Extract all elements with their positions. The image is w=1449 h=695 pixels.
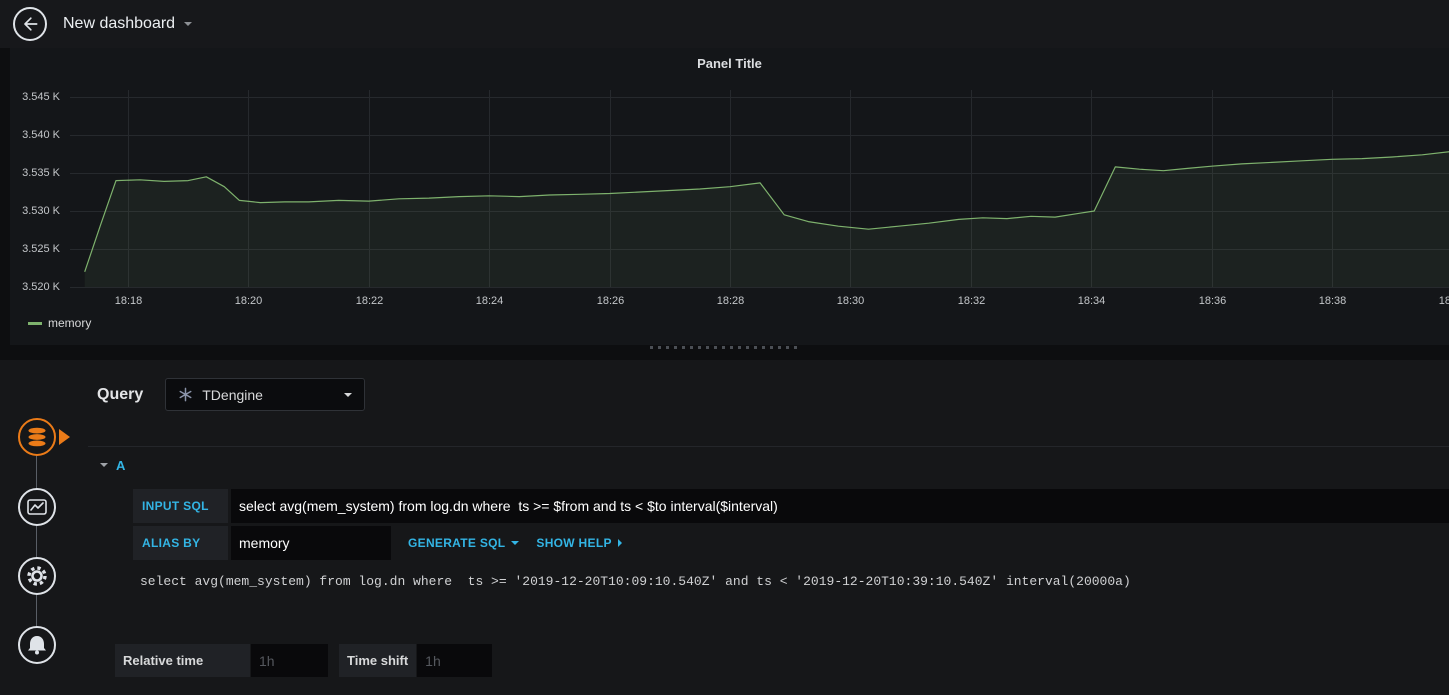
caret-right-icon bbox=[617, 539, 622, 547]
dashboard-canvas: Panel Title 3.545 K 3.540 K 3.535 K 3.530 K… bbox=[0, 48, 1449, 360]
caret-down-icon bbox=[511, 541, 520, 545]
query-ref-id: A bbox=[116, 457, 126, 473]
query-header: Query TDengine bbox=[88, 378, 1449, 411]
caret-down-icon bbox=[100, 463, 108, 467]
tab-visualization[interactable] bbox=[18, 488, 56, 526]
relative-time-label: Relative time bbox=[115, 644, 250, 677]
datasource-picker[interactable]: TDengine bbox=[165, 378, 366, 411]
time-shift-label: Time shift bbox=[339, 644, 417, 677]
caret-down-icon bbox=[344, 392, 353, 397]
dashboard-title[interactable]: New dashboard bbox=[63, 15, 193, 33]
timeseries-chart[interactable]: 3.545 K 3.540 K 3.535 K 3.530 K 3.525 K 3.520… bbox=[10, 48, 1449, 345]
database-icon bbox=[28, 427, 46, 447]
alias-by-row: ALIAS BY GENERATE SQL SHOW HELP bbox=[133, 526, 1449, 560]
query-section-title: Query bbox=[97, 385, 144, 403]
tab-general[interactable] bbox=[18, 557, 56, 595]
graph-panel: Panel Title 3.545 K 3.540 K 3.535 K 3.530 K… bbox=[10, 48, 1449, 345]
query-row-section: A INPUT SQL ALIAS BY GENERATE SQL SHOW H… bbox=[88, 446, 1449, 677]
bell-icon bbox=[28, 636, 46, 655]
timeseries-plot bbox=[70, 90, 1449, 288]
legend-series-color bbox=[28, 321, 42, 325]
options-spacer bbox=[329, 644, 338, 677]
relative-time-input[interactable] bbox=[251, 644, 328, 677]
input-sql-row: INPUT SQL bbox=[133, 489, 1449, 523]
active-tab-arrow bbox=[59, 429, 70, 445]
input-sql-field[interactable] bbox=[231, 489, 1449, 523]
time-shift-input[interactable] bbox=[417, 644, 493, 677]
legend-series-label: memory bbox=[48, 316, 92, 330]
generated-sql-text: select avg(mem_system) from log.dn where… bbox=[140, 574, 1131, 589]
alias-by-field[interactable] bbox=[231, 526, 391, 560]
caret-down-icon bbox=[184, 22, 193, 26]
show-help-label: SHOW HELP bbox=[536, 536, 612, 550]
time-options-row: Relative time Time shift bbox=[115, 644, 1449, 677]
dashboard-header: New dashboard bbox=[0, 0, 1449, 48]
legend-item-memory[interactable]: memory bbox=[28, 316, 91, 330]
input-sql-label: INPUT SQL bbox=[133, 489, 228, 523]
query-collapse-toggle[interactable]: A bbox=[88, 447, 1449, 483]
arrow-left-icon bbox=[24, 17, 38, 31]
tab-queries[interactable] bbox=[18, 418, 56, 456]
dashboard-title-text: New dashboard bbox=[63, 15, 176, 32]
generate-sql-button[interactable]: GENERATE SQL bbox=[408, 526, 520, 560]
panel-resize-handle[interactable] bbox=[649, 346, 800, 349]
gear-icon bbox=[27, 566, 47, 586]
query-editor: Query TDengine A INPUT SQL select avg(me… bbox=[88, 360, 1449, 677]
editor-tabs bbox=[0, 360, 88, 695]
tdengine-logo-icon bbox=[179, 387, 192, 402]
datasource-name: TDengine bbox=[202, 386, 263, 403]
alias-by-label: ALIAS BY bbox=[133, 526, 228, 560]
tab-alert[interactable] bbox=[18, 626, 56, 664]
generate-sql-label: GENERATE SQL bbox=[408, 536, 506, 550]
tabs-connector-line bbox=[36, 437, 37, 645]
show-help-button[interactable]: SHOW HELP bbox=[536, 526, 622, 560]
panel-editor: Query TDengine A INPUT SQL select avg(me… bbox=[0, 360, 1449, 695]
chart-icon bbox=[27, 499, 47, 515]
legend: memory bbox=[28, 316, 91, 330]
query-fields: INPUT SQL ALIAS BY GENERATE SQL SHOW HEL… bbox=[133, 489, 1449, 589]
back-button[interactable] bbox=[13, 7, 47, 41]
